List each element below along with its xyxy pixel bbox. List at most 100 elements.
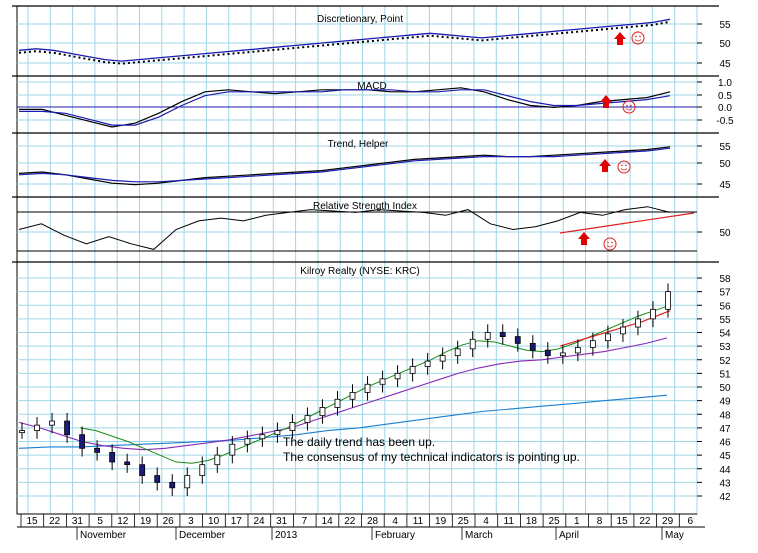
y-tick-label: 45 — [719, 180, 731, 191]
x-tick-label: 28 — [367, 516, 379, 527]
x-month-label: December — [179, 530, 226, 541]
y-tick-label: 0.5 — [718, 91, 732, 102]
x-tick-label: 6 — [688, 516, 694, 527]
x-tick-label: 7 — [302, 516, 308, 527]
y-tick-label: 45 — [719, 451, 731, 462]
candle-body — [605, 333, 611, 342]
candle-body — [454, 348, 461, 357]
chart-svg: 5550451.00.50.0-0.5555045504243444546474… — [12, 5, 734, 541]
smiley-eye — [625, 164, 627, 167]
x-tick-label: 22 — [49, 516, 61, 527]
candle-body — [665, 291, 671, 310]
candle-body — [334, 398, 341, 408]
candle-body — [34, 424, 40, 431]
y-tick-label: -0.5 — [716, 116, 734, 127]
annotation-line-1: The daily trend has been up. — [283, 435, 435, 449]
x-tick-label: 4 — [392, 516, 398, 527]
x-tick-label: 15 — [617, 516, 629, 527]
smiley-eye — [635, 35, 637, 38]
candle-body — [124, 461, 131, 466]
candle-body — [289, 422, 296, 431]
candle-body — [544, 349, 551, 357]
x-month-label: 2013 — [275, 530, 298, 541]
x-tick-label: 4 — [483, 516, 489, 527]
y-tick-label: 42 — [719, 492, 731, 503]
x-tick-label: 18 — [526, 516, 538, 527]
x-tick-label: 31 — [72, 516, 84, 527]
y-tick-label: 55 — [719, 20, 731, 31]
x-tick-label: 22 — [639, 516, 651, 527]
x-month-label: November — [80, 530, 127, 541]
y-tick-label: 55 — [719, 315, 731, 326]
x-tick-label: 1 — [574, 516, 580, 527]
candle-body — [635, 318, 641, 328]
candle-body — [394, 372, 401, 380]
candle-body — [650, 308, 656, 320]
x-tick-label: 25 — [458, 516, 470, 527]
x-tick-label: 8 — [597, 516, 603, 527]
y-tick-label: 50 — [719, 228, 731, 239]
candle-body — [169, 481, 176, 489]
y-tick-label: 54 — [719, 329, 731, 340]
x-tick-label: 17 — [231, 516, 243, 527]
candle-body — [529, 342, 536, 351]
x-tick-label: 29 — [662, 516, 674, 527]
y-tick-label: 50 — [719, 39, 731, 50]
x-month-label: February — [375, 530, 415, 541]
y-tick-label: 48 — [719, 410, 731, 421]
y-tick-label: 1.0 — [718, 78, 732, 89]
candle-body — [349, 392, 356, 400]
y-tick-label: 45 — [719, 59, 731, 70]
x-tick-label: 26 — [163, 516, 175, 527]
x-tick-label: 12 — [117, 516, 129, 527]
candle-body — [499, 332, 506, 337]
x-tick-label: 10 — [208, 516, 220, 527]
candle-body — [379, 378, 386, 385]
y-tick-label: 47 — [719, 424, 731, 435]
panel-title: Trend, Helper — [328, 139, 389, 150]
stock-chart: 55 50 45 1.0 0.5 0.0 -0.5 55 50 45 50 42 43 44 45 46 47 4… — [0, 0, 758, 548]
candle-body — [19, 430, 25, 434]
x-month-label: April — [559, 530, 579, 541]
candle-body — [229, 443, 236, 456]
y-tick-label: 44 — [719, 465, 731, 476]
candle-body — [214, 454, 221, 466]
candle-body — [304, 415, 311, 423]
candle-body — [409, 366, 416, 374]
candle-body — [259, 434, 266, 440]
candle-body — [154, 475, 161, 483]
candle-body — [49, 420, 55, 426]
x-month-label: March — [465, 530, 493, 541]
smiley-eye — [626, 104, 628, 107]
annotation-line-2: The consensus of my technical indicators… — [283, 450, 580, 464]
candle-body — [469, 338, 476, 350]
candle-body — [574, 347, 581, 354]
candle-body — [79, 434, 85, 449]
smiley-eye — [621, 164, 623, 167]
x-tick-label: 31 — [276, 516, 288, 527]
y-tick-label: 56 — [719, 301, 731, 312]
panel-title: Kilroy Realty (NYSE: KRC) — [300, 266, 419, 277]
y-tick-label: 58 — [719, 274, 731, 285]
candle-body — [424, 360, 431, 367]
y-tick-label: 55 — [719, 142, 731, 153]
x-tick-label: 11 — [413, 516, 424, 527]
smiley-eye — [639, 35, 641, 38]
candle-body — [514, 336, 521, 344]
candle-body — [559, 352, 566, 357]
candle-body — [244, 438, 251, 445]
x-tick-label: 19 — [140, 516, 152, 527]
y-tick-label: 43 — [719, 478, 731, 489]
x-tick-label: 11 — [504, 516, 515, 527]
candle-body — [484, 332, 491, 340]
candle-body — [589, 340, 596, 348]
candle-body — [184, 475, 191, 489]
candle-body — [439, 355, 446, 362]
x-month-label: May — [665, 530, 684, 541]
y-tick-label: 57 — [719, 288, 731, 299]
smiley-eye — [611, 241, 613, 244]
x-tick-label: 25 — [549, 516, 561, 527]
x-tick-label: 3 — [188, 516, 194, 527]
smiley-eye — [607, 241, 609, 244]
x-tick-label: 19 — [435, 516, 447, 527]
